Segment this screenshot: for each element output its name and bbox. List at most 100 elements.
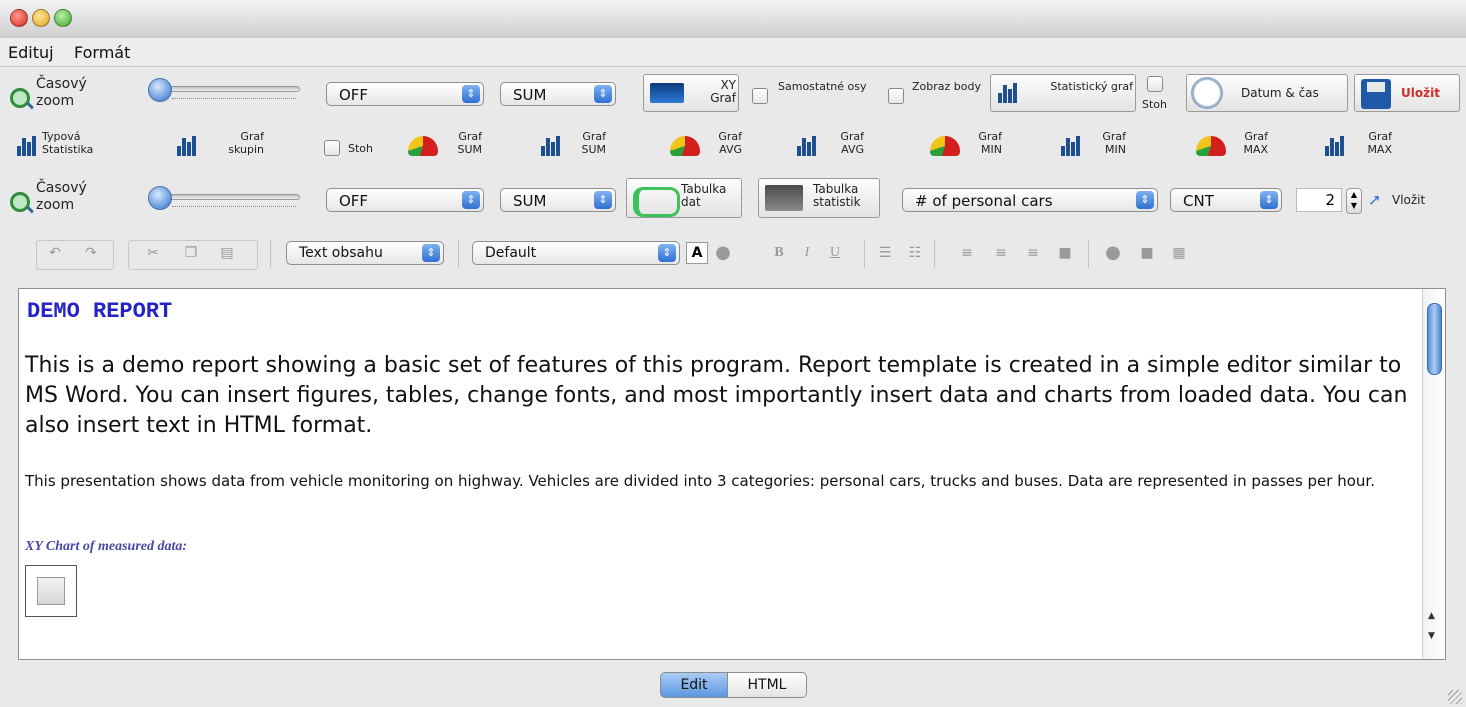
resize-grip-icon[interactable] [1448,690,1462,704]
insert-image-icon[interactable]: ● [1102,242,1124,264]
highlight-icon[interactable]: ● [712,242,734,264]
chart-image-placeholder[interactable] [25,565,77,617]
time-zoom-slider-knob[interactable] [148,78,172,102]
table-aggregation-select[interactable]: CNT ⇕ [1170,188,1282,212]
chart-min-bar-button[interactable]: Graf MIN [1086,130,1126,156]
separate-axes-checkbox[interactable] [752,88,768,104]
bar-chart-icon [176,134,202,158]
zoom-mode-value-2: OFF [339,192,369,210]
clock-icon [1191,77,1223,109]
cut-icon[interactable]: ✂ [142,242,164,264]
chart-max-bar-button[interactable]: Graf MAX [1352,130,1392,156]
aggregation-value-2: SUM [513,192,547,210]
chart-sum-bar-button[interactable]: Graf SUM [566,130,606,156]
slider-ticks [172,200,296,207]
time-zoom-slider-knob-2[interactable] [148,186,172,210]
tab-edit[interactable]: Edit [660,672,728,698]
report-intro-paragraph: This is a demo report showing a basic se… [25,353,1408,438]
insert-arrow-icon: ➚ [1368,190,1382,209]
close-window-button[interactable] [10,9,28,27]
xy-chart-button[interactable]: XY Graf [643,74,739,112]
stack-checkbox-2[interactable] [324,140,340,156]
statistical-chart-button[interactable]: Statistický graf [990,74,1136,112]
font-select[interactable]: Default ⇕ [472,241,680,265]
menu-format[interactable]: Formát [74,43,130,62]
toolbar-row-3: Časový zoom OFF ⇕ SUM ⇕ Tabulka dat Tabulk… [0,176,1466,218]
numbered-list-icon[interactable]: ☷ [904,242,926,264]
menu-edit[interactable]: Edituj [8,43,54,62]
datetime-button[interactable]: Datum & čas [1186,74,1348,112]
menu-bar: Edituj Formát [0,38,1466,67]
pie-chart-icon [408,136,438,156]
save-button[interactable]: Uložit [1354,74,1460,112]
select-arrow-icon: ⇕ [462,191,480,209]
data-table-label: Tabulka dat [681,182,727,209]
scrollbar-thumb[interactable] [1427,303,1442,375]
datetime-label: Datum & čas [1241,86,1319,100]
redo-icon[interactable]: ↷ [80,242,102,264]
italic-icon[interactable]: I [796,242,818,264]
count-spinner-input[interactable]: 2 [1296,188,1342,212]
paste-icon[interactable]: ▤ [216,242,238,264]
chart-avg-pie-button[interactable]: Graf AVG [702,130,742,156]
align-right-icon[interactable]: ≡ [1022,242,1044,264]
stack-label: Stoh [1142,98,1167,111]
report-editor[interactable]: DEMO REPORT This is a demo report showin… [18,288,1446,660]
xy-chart-icon [650,83,684,103]
align-left-icon[interactable]: ≡ [956,242,978,264]
chart-avg-bar-button[interactable]: Graf AVG [824,130,864,156]
select-arrow-icon: ⇕ [594,191,612,209]
scroll-up-arrow[interactable]: ▲ [1428,611,1435,621]
toolbar-row-1: Časový zoom OFF ⇕ SUM ⇕ XY Graf Samostatné… [0,72,1466,114]
bar-chart-icon [1060,134,1086,158]
stats-table-label: Tabulka statistik [813,182,861,209]
bold-icon[interactable]: B [768,242,790,264]
data-table-button[interactable]: Tabulka dat [626,178,742,218]
separator [864,240,865,268]
separator [458,240,459,268]
editor-vertical-scrollbar[interactable]: ▲ ▼ [1422,289,1445,659]
typed-statistics-button[interactable]: Typová Statistika [42,130,122,156]
zoom-window-button[interactable] [54,9,72,27]
underline-icon[interactable]: U [824,242,846,264]
variable-select[interactable]: # of personal cars ⇕ [902,188,1158,212]
chart-sum-pie-button[interactable]: Graf SUM [442,130,482,156]
zoom-mode-select-2[interactable]: OFF ⇕ [326,188,484,212]
select-arrow-icon: ⇕ [594,85,612,103]
insert-button[interactable]: Vložit [1392,194,1425,207]
select-arrow-icon: ⇕ [422,244,440,262]
paragraph-style-value: Text obsahu [299,245,383,261]
bullet-list-icon[interactable]: ☰ [874,242,896,264]
aggregation-select-2[interactable]: SUM ⇕ [500,188,616,212]
zoom-mode-select[interactable]: OFF ⇕ [326,82,484,106]
select-arrow-icon: ⇕ [1136,191,1154,209]
group-chart-button[interactable]: Graf skupin [204,130,264,156]
zoom-icon [10,88,30,108]
chart-min-pie-button[interactable]: Graf MIN [962,130,1002,156]
stack-checkbox[interactable] [1147,76,1163,92]
tab-html[interactable]: HTML [727,672,807,698]
insert-table-icon[interactable]: ▦ [1168,242,1190,264]
justify-icon[interactable]: ■ [1054,242,1076,264]
stats-table-icon [765,185,803,211]
font-color-icon[interactable]: A [686,242,708,264]
copy-icon[interactable]: ❐ [180,242,202,264]
minimize-window-button[interactable] [32,9,50,27]
insert-chart-icon[interactable]: ■ [1136,242,1158,264]
stats-table-button[interactable]: Tabulka statistik [758,178,880,218]
select-arrow-icon: ⇕ [462,85,480,103]
aggregation-select[interactable]: SUM ⇕ [500,82,616,106]
time-zoom-label: Časový zoom [36,76,87,109]
scroll-down-arrow[interactable]: ▼ [1428,631,1435,641]
chart-max-pie-button[interactable]: Graf MAX [1228,130,1268,156]
show-points-label: Zobraz body [912,80,981,93]
align-center-icon[interactable]: ≡ [990,242,1012,264]
report-description-paragraph: This presentation shows data from vehicl… [25,472,1375,490]
bar-chart-icon [540,134,566,158]
paragraph-style-select[interactable]: Text obsahu ⇕ [286,241,444,265]
count-spinner-arrows[interactable]: ▲ ▼ [1346,188,1362,214]
undo-icon[interactable]: ↶ [44,242,66,264]
window-titlebar [0,0,1466,39]
pie-chart-icon [1196,136,1226,156]
show-points-checkbox[interactable] [888,88,904,104]
